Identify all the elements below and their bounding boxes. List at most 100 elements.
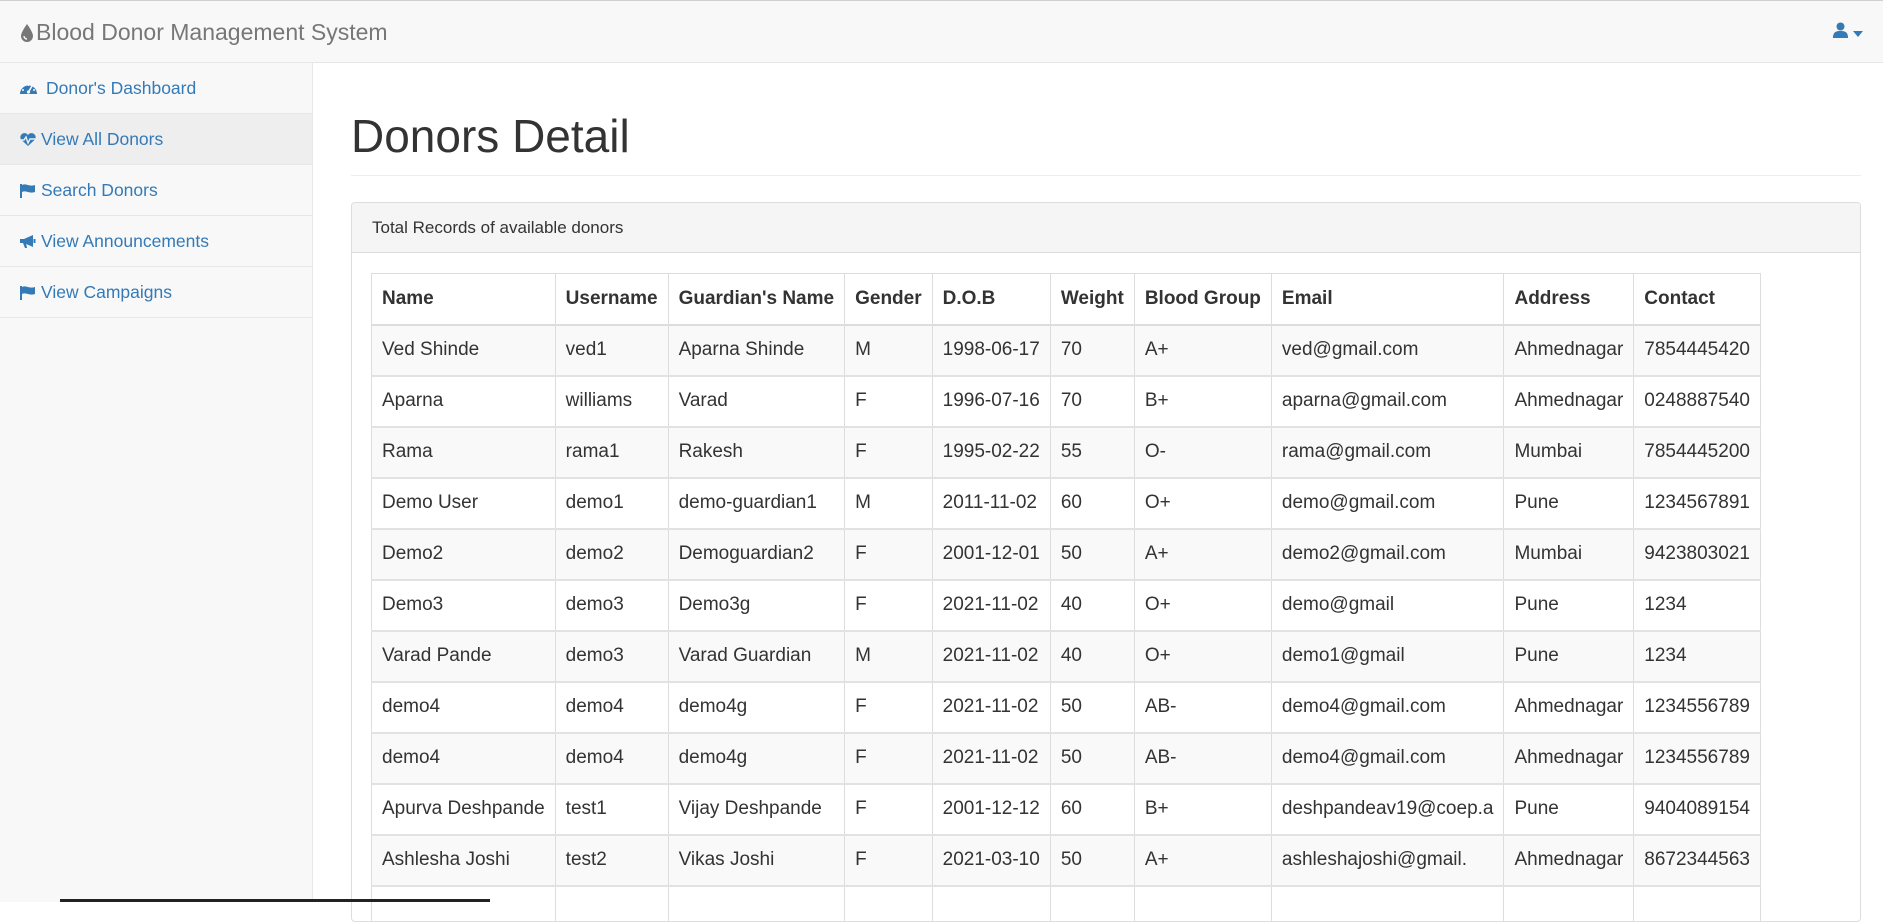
cell-weight: 50: [1050, 682, 1134, 733]
user-icon: [1833, 22, 1848, 43]
cell-contact: 1234556789: [1634, 733, 1761, 784]
cell-guardian: Varad Guardian: [668, 631, 845, 682]
cell-gender: F: [845, 580, 933, 631]
cell-gender: F: [845, 784, 933, 835]
cell-dob: 2021-11-02: [932, 733, 1050, 784]
column-header-guardian: Guardian's Name: [668, 274, 845, 325]
cell-weight: 50: [1050, 733, 1134, 784]
blood-drop-icon: [20, 23, 34, 43]
cell-username: demo3: [555, 580, 668, 631]
cell-name: Apurva Deshpande: [372, 784, 556, 835]
cell-name: demo4: [372, 733, 556, 784]
cell-guardian: Vijay Deshpande: [668, 784, 845, 835]
cell-contact: 9404089154: [1634, 784, 1761, 835]
table-row: Demo3demo3Demo3gF2021-11-0240O+demo@gmai…: [372, 580, 1761, 631]
cell-blood-group: B+: [1134, 784, 1271, 835]
cell-weight: 50: [1050, 529, 1134, 580]
cell-address: Pune: [1504, 784, 1634, 835]
table-row: demo4demo4demo4gF2021-11-0250AB-demo4@gm…: [372, 733, 1761, 784]
column-header-gender: Gender: [845, 274, 933, 325]
cell-email: [1271, 886, 1504, 922]
cell-email: demo4@gmail.com: [1271, 682, 1504, 733]
cell-dob: 2021-11-02: [932, 631, 1050, 682]
cell-gender: [845, 886, 933, 922]
cell-address: Pune: [1504, 631, 1634, 682]
cell-email: aparna@gmail.com: [1271, 376, 1504, 427]
cell-name: Demo User: [372, 478, 556, 529]
heartbeat-icon: [19, 132, 41, 147]
brand-link[interactable]: Blood Donor Management System: [20, 1, 388, 64]
cell-email: demo2@gmail.com: [1271, 529, 1504, 580]
cell-blood-group: O-: [1134, 427, 1271, 478]
sidebar-item-view-campaigns[interactable]: View Campaigns: [0, 267, 312, 318]
cell-guardian: Rakesh: [668, 427, 845, 478]
cell-weight: 55: [1050, 427, 1134, 478]
column-header-dob: D.O.B: [932, 274, 1050, 325]
cell-gender: F: [845, 733, 933, 784]
sidebar-item-label: Donor's Dashboard: [46, 78, 196, 99]
flag-icon: [19, 285, 41, 300]
column-header-name: Name: [372, 274, 556, 325]
sidebar-item-label: View Campaigns: [41, 282, 172, 303]
sidebar-item-view-announcements[interactable]: View Announcements: [0, 216, 312, 267]
dashboard-icon: [19, 81, 46, 95]
sidebar-item-view-all-donors[interactable]: View All Donors: [0, 114, 312, 165]
cell-username: [555, 886, 668, 922]
cell-weight: 60: [1050, 784, 1134, 835]
cell-username: ved1: [555, 325, 668, 376]
cell-blood-group: A+: [1134, 835, 1271, 886]
cell-contact: 0248887540: [1634, 376, 1761, 427]
title-divider: [351, 175, 1861, 176]
cell-weight: 70: [1050, 376, 1134, 427]
table-row: demo4demo4demo4gF2021-11-0250AB-demo4@gm…: [372, 682, 1761, 733]
cell-name: Rama: [372, 427, 556, 478]
cell-gender: M: [845, 631, 933, 682]
cell-address: Pune: [1504, 478, 1634, 529]
cell-address: Ahmednagar: [1504, 376, 1634, 427]
page-title: Donors Detail: [351, 113, 630, 159]
cell-name: demo4: [372, 682, 556, 733]
sidebar: Donor's Dashboard View All Donors Search…: [0, 63, 313, 902]
table-row: AparnawilliamsVaradF1996-07-1670B+aparna…: [372, 376, 1761, 427]
cell-username: test2: [555, 835, 668, 886]
cell-gender: F: [845, 529, 933, 580]
cell-address: Mumbai: [1504, 427, 1634, 478]
cell-guardian: Varad: [668, 376, 845, 427]
cell-blood-group: O+: [1134, 631, 1271, 682]
table-row: [372, 886, 1761, 922]
cell-gender: M: [845, 325, 933, 376]
cell-dob: 2021-11-02: [932, 682, 1050, 733]
cell-dob: 2011-11-02: [932, 478, 1050, 529]
cell-username: demo2: [555, 529, 668, 580]
column-header-weight: Weight: [1050, 274, 1134, 325]
column-header-contact: Contact: [1634, 274, 1761, 325]
cell-gender: F: [845, 835, 933, 886]
cell-weight: 50: [1050, 835, 1134, 886]
cell-username: test1: [555, 784, 668, 835]
cell-email: rama@gmail.com: [1271, 427, 1504, 478]
cell-contact: 7854445420: [1634, 325, 1761, 376]
cell-guardian: Demoguardian2: [668, 529, 845, 580]
cell-contact: 7854445200: [1634, 427, 1761, 478]
cell-contact: 1234: [1634, 631, 1761, 682]
cell-username: demo1: [555, 478, 668, 529]
user-menu-toggle[interactable]: [1833, 1, 1863, 64]
cell-guardian: demo4g: [668, 682, 845, 733]
cell-guardian: Vikas Joshi: [668, 835, 845, 886]
cell-email: demo1@gmail: [1271, 631, 1504, 682]
cell-blood-group: [1134, 886, 1271, 922]
cell-dob: 1998-06-17: [932, 325, 1050, 376]
cell-username: rama1: [555, 427, 668, 478]
cell-blood-group: A+: [1134, 529, 1271, 580]
cell-address: Ahmednagar: [1504, 733, 1634, 784]
cell-email: ashleshajoshi@gmail.: [1271, 835, 1504, 886]
sidebar-item-dashboard[interactable]: Donor's Dashboard: [0, 63, 312, 114]
cell-dob: 2021-11-02: [932, 580, 1050, 631]
cell-weight: 40: [1050, 580, 1134, 631]
cell-dob: 2021-03-10: [932, 835, 1050, 886]
sidebar-item-label: View All Donors: [41, 129, 163, 150]
table-row: Ramarama1RakeshF1995-02-2255O-rama@gmail…: [372, 427, 1761, 478]
cell-gender: F: [845, 682, 933, 733]
cell-guardian: demo4g: [668, 733, 845, 784]
sidebar-item-search-donors[interactable]: Search Donors: [0, 165, 312, 216]
